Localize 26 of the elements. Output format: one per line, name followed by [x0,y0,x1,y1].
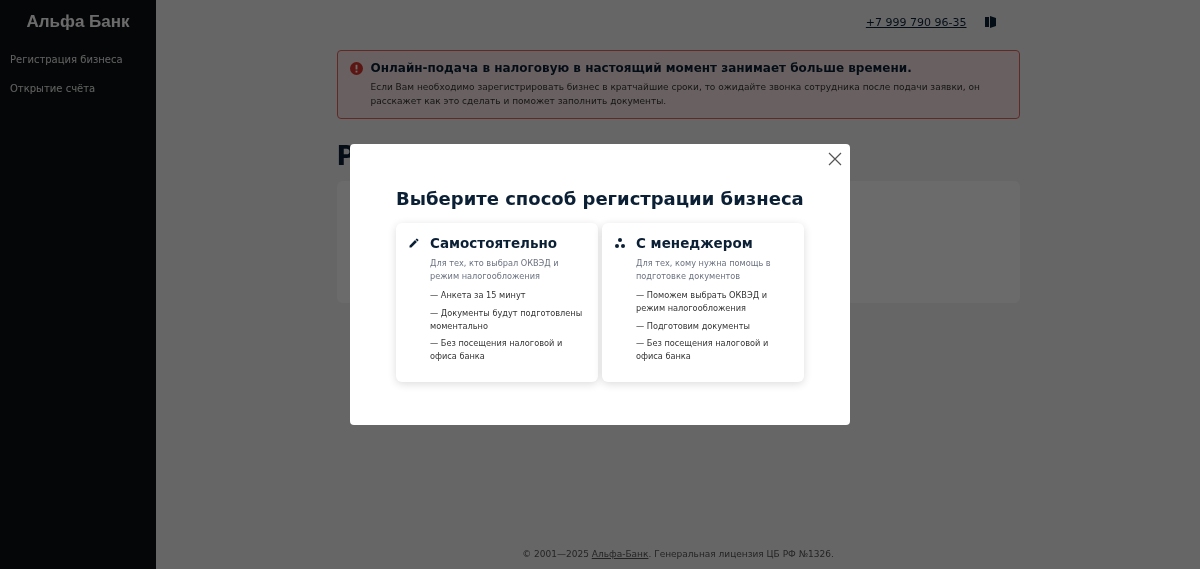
close-icon [828,152,842,166]
option-point: — Без посещения налоговой и офиса банка [636,337,770,363]
logo[interactable]: Альфа Банк [0,12,156,32]
option-point: — Документы будут подготовлены моментально [430,306,584,333]
option-title: С менеджером [636,235,754,251]
close-button[interactable] [828,152,842,166]
option-subtitle: Для тех, кто выбрал ОКВЭД и режим налогообложения [430,257,560,284]
option-title: Самостоятельно [430,235,559,251]
pencil-icon [408,237,420,249]
option-subtitle: Для тех, кому нужна помощь в подготовке документов [636,257,772,284]
alert-text: Если Вам необходимо зарегистрировать бизнес в кратчайшие сроки, то ожидайте звонка сотрудника после подачи заявки, он расскажет как это сделать и поможет заполнить документы. [370,81,981,108]
phone-link[interactable]: +7 999 790 96-35 [865,15,967,29]
sidebar-item[interactable]: Открытие счёта [0,83,156,94]
sidebar-item[interactable]: Регистрация бизнеса [0,54,156,65]
option-point: — Без посещения налоговой и офиса банка [430,337,564,363]
alert-title: Онлайн-подача в налоговую в настоящий момент занимает больше времени. [370,61,913,75]
exit-icon[interactable] [984,16,996,28]
option-point: — Поможем выбрать ОКВЭД и режим налогообложения [636,289,768,315]
option-point: — Анкета за 15 минут [430,289,527,302]
exclamation-icon [349,62,363,75]
option-card[interactable]: С менеджером Для тех, кому нужна помощь в подготовке документов — Поможем выбрать ОКВЭД и режим налогообложения — Подготовим документы — Без посещения налоговой и офиса банка [602,223,804,382]
option-card[interactable]: Самостоятельно Для тех, кто выбрал ОКВЭД и режим налогообложения — Анкета за 15 минут — Документы будут подготовлены моментально — Без посещения налоговой и офиса банка [396,223,598,382]
option-point: — Подготовим документы [636,319,751,333]
modal-title: Выберите способ регистрации бизнеса [396,188,804,209]
footer-text: © 2001—2025 Альфа-Банк. Генеральная лицензия ЦБ РФ №1326. [521,549,835,561]
people-icon [614,237,626,249]
